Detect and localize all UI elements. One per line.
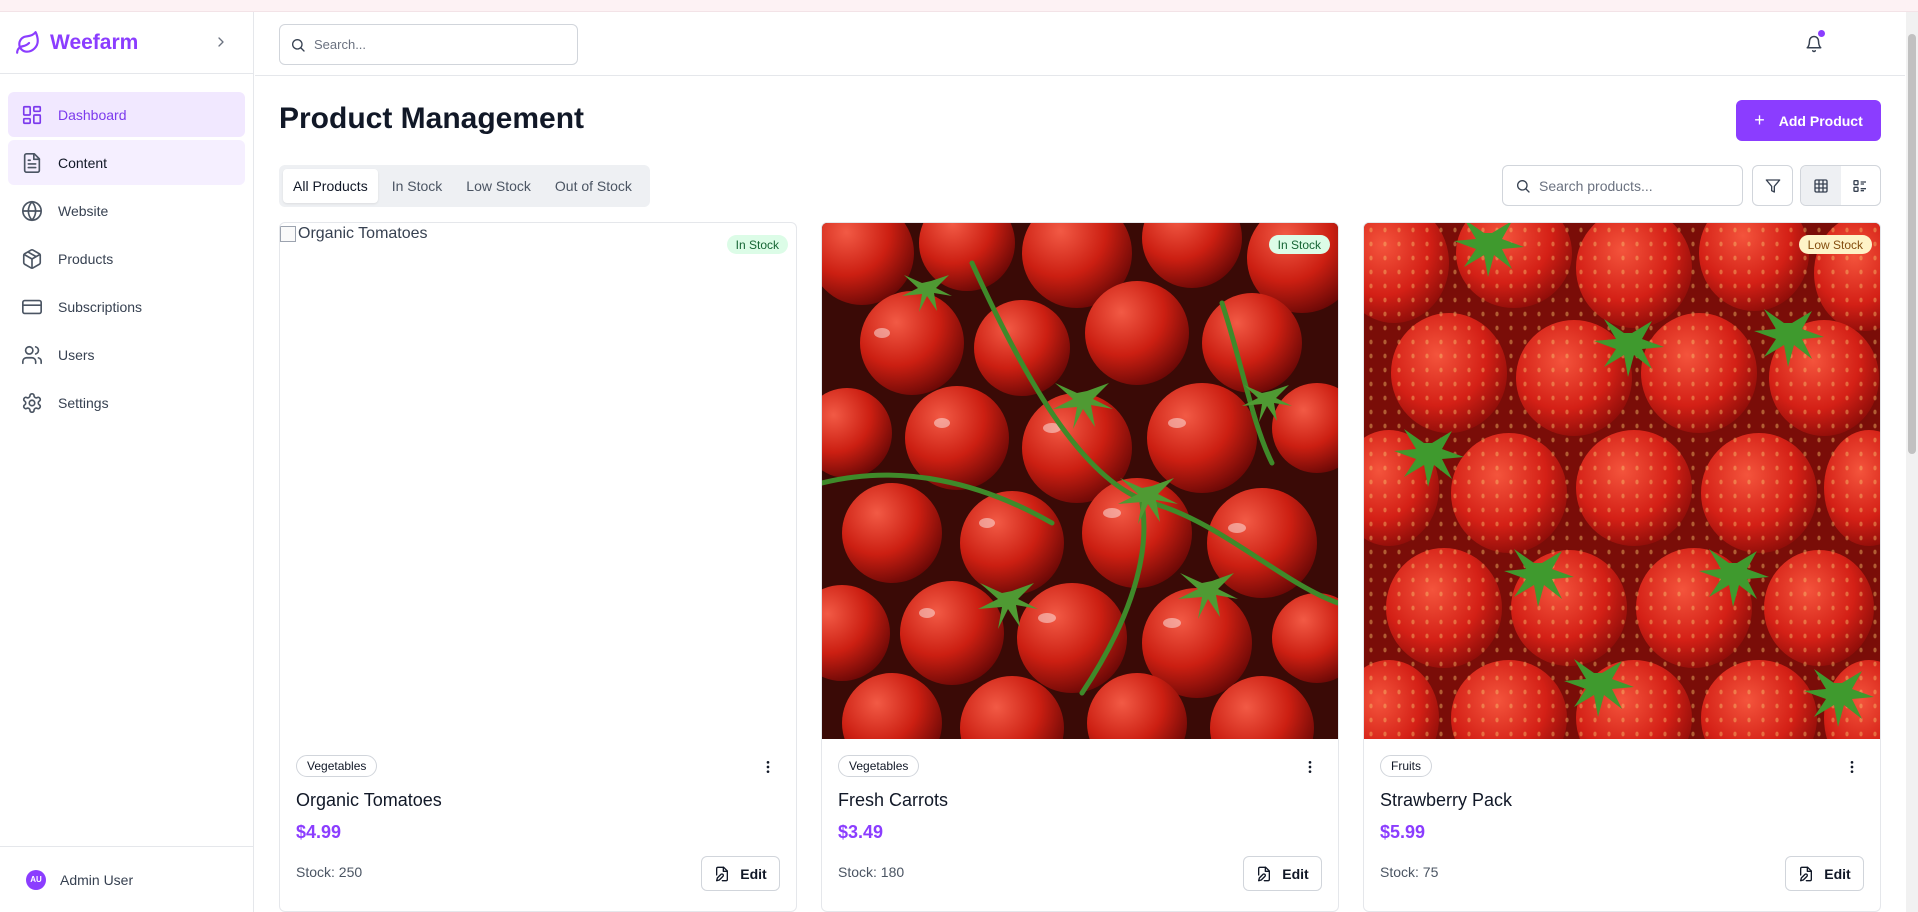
product-price: $5.99 — [1380, 822, 1426, 842]
grid-view-button[interactable] — [1801, 166, 1841, 205]
avatar: AU — [26, 869, 46, 890]
sidebar-item-users[interactable]: Users — [8, 332, 245, 377]
global-search-input[interactable] — [314, 37, 554, 52]
leaf-icon — [14, 29, 42, 57]
product-image: Organic Tomatoes — [280, 223, 796, 739]
sidebar-user[interactable]: AU Admin User — [0, 846, 254, 912]
status-badge: Low Stock — [1798, 235, 1872, 254]
sidebar-item-label: Users — [58, 346, 95, 363]
users-icon — [20, 343, 44, 367]
plus-icon: + — [1754, 110, 1765, 130]
top-header — [255, 12, 1905, 76]
notification-dot — [1818, 30, 1825, 37]
tab-in-stock[interactable]: In Stock — [382, 169, 453, 203]
broken-image-icon — [280, 226, 296, 242]
bell-icon[interactable] — [1802, 30, 1826, 56]
page-scrollbar[interactable] — [1906, 12, 1918, 912]
sidebar-item-website[interactable]: Website — [8, 188, 245, 233]
user-name: Admin User — [60, 871, 134, 888]
gear-icon — [20, 391, 44, 415]
tab-all-products[interactable]: All Products — [283, 169, 378, 203]
product-search-input[interactable] — [1539, 177, 1729, 194]
add-product-label: Add Product — [1778, 112, 1863, 129]
status-badge: In Stock — [726, 235, 788, 254]
sidebar-item-content[interactable]: Content — [8, 140, 245, 185]
edit-label: Edit — [1282, 865, 1309, 882]
list-view-button[interactable] — [1841, 166, 1881, 205]
product-stock: Stock: 180 — [838, 864, 905, 880]
tomatoes-photo — [822, 223, 1338, 739]
sidebar-item-label: Website — [58, 202, 109, 219]
search-icon — [1515, 178, 1531, 194]
sidebar-item-label: Dashboard — [58, 106, 127, 123]
globe-icon — [20, 199, 44, 223]
sidebar-item-label: Subscriptions — [58, 298, 143, 315]
grid-icon — [1813, 178, 1829, 194]
chevron-right-icon[interactable] — [211, 32, 231, 52]
category-badge: Fruits — [1380, 755, 1432, 777]
box-icon — [20, 247, 44, 271]
brand: Weefarm — [0, 12, 253, 74]
sidebar-nav: Dashboard Content Website Products Subsc… — [0, 74, 253, 425]
sidebar-item-label: Settings — [58, 394, 109, 411]
view-toggle — [1800, 165, 1881, 206]
add-product-button[interactable]: + Add Product — [1736, 100, 1881, 141]
credit-card-icon — [20, 295, 44, 319]
product-price: $3.49 — [838, 822, 884, 842]
product-name: Strawberry Pack — [1380, 790, 1513, 810]
stock-filter-tabs: All Products In Stock Low Stock Out of S… — [279, 165, 650, 207]
product-image — [822, 223, 1338, 739]
sidebar-item-label: Content — [58, 154, 108, 171]
edit-label: Edit — [1824, 865, 1851, 882]
product-name: Organic Tomatoes — [296, 790, 442, 810]
category-badge: Vegetables — [296, 755, 378, 777]
tab-low-stock[interactable]: Low Stock — [456, 169, 541, 203]
filter-icon — [1765, 178, 1781, 194]
edit-label: Edit — [740, 865, 767, 882]
search-icon — [290, 37, 306, 53]
main-content: Product Management + Add Product All Pro… — [255, 76, 1905, 912]
dashboard-icon — [20, 103, 44, 127]
document-icon — [20, 151, 44, 175]
sidebar-item-subscriptions[interactable]: Subscriptions — [8, 284, 245, 329]
product-price: $4.99 — [296, 822, 342, 842]
image-alt-text: Organic Tomatoes — [298, 225, 428, 242]
brand-name: Weefarm — [50, 30, 139, 54]
more-vertical-icon[interactable] — [758, 757, 778, 777]
product-card: Organic Tomatoes In Stock Vegetables Org… — [279, 222, 797, 912]
list-icon — [1852, 178, 1868, 194]
product-card: Low Stock Fruits Strawberry Pack $5.99 S… — [1363, 222, 1881, 912]
edit-button[interactable]: Edit — [701, 856, 780, 891]
product-image — [1364, 223, 1880, 739]
product-name: Fresh Carrots — [838, 790, 949, 810]
edit-icon — [714, 866, 730, 882]
sidebar-item-dashboard[interactable]: Dashboard — [8, 92, 245, 137]
sidebar-item-products[interactable]: Products — [8, 236, 245, 281]
edit-icon — [1798, 866, 1814, 882]
edit-icon — [1256, 866, 1272, 882]
filter-button[interactable] — [1752, 165, 1793, 206]
product-stock: Stock: 75 — [1380, 864, 1439, 880]
edit-button[interactable]: Edit — [1243, 856, 1322, 891]
tab-out-of-stock[interactable]: Out of Stock — [545, 169, 642, 203]
sidebar: Weefarm Dashboard Content Website Produc… — [0, 12, 254, 912]
sidebar-item-settings[interactable]: Settings — [8, 380, 245, 425]
more-vertical-icon[interactable] — [1842, 757, 1862, 777]
product-stock: Stock: 250 — [296, 864, 363, 880]
product-card: In Stock Vegetables Fresh Carrots $3.49 … — [821, 222, 1339, 912]
global-search[interactable] — [279, 24, 578, 65]
strawberries-photo — [1364, 223, 1880, 739]
status-badge: In Stock — [1268, 235, 1330, 254]
browser-top-strip — [0, 0, 1918, 12]
scrollbar-thumb[interactable] — [1908, 34, 1916, 454]
product-search[interactable] — [1502, 165, 1743, 206]
edit-button[interactable]: Edit — [1785, 856, 1864, 891]
category-badge: Vegetables — [838, 755, 920, 777]
broken-image: Organic Tomatoes — [280, 225, 428, 243]
page-title: Product Management — [279, 102, 585, 135]
more-vertical-icon[interactable] — [1300, 757, 1320, 777]
sidebar-item-label: Products — [58, 250, 114, 267]
